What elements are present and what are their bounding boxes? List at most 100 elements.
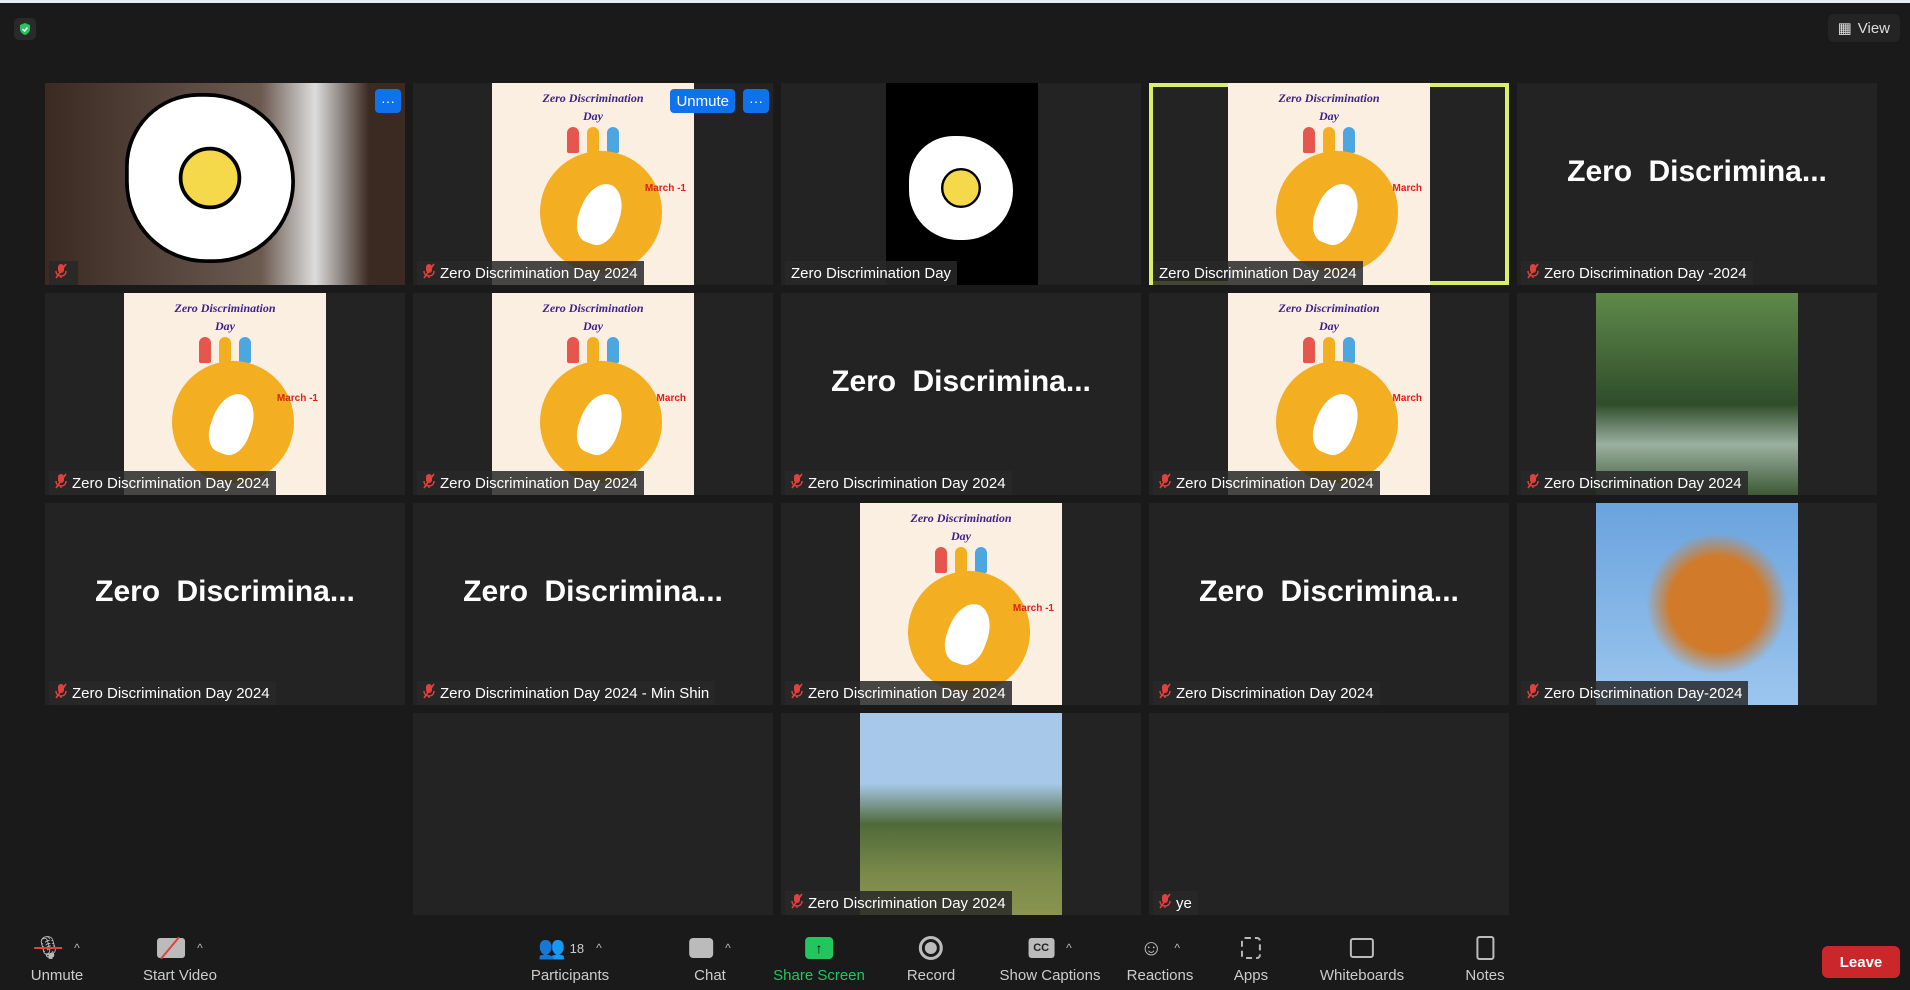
flower-avatar	[909, 136, 1013, 240]
top-border	[0, 0, 1910, 3]
more-options-button[interactable]: ···	[375, 89, 401, 113]
record-button[interactable]: Record	[907, 933, 955, 984]
participant-name-display: Zero Discrimina...	[95, 575, 355, 608]
participant-tile[interactable]: Zero Discrimination Day March -1 Unmute ··· Z…	[413, 83, 773, 285]
chevron-up-icon[interactable]: ^	[1174, 941, 1180, 955]
mic-muted-icon: 🎙	[34, 935, 63, 960]
leave-button[interactable]: Leave	[1822, 946, 1900, 978]
mic-muted-icon	[1159, 473, 1171, 493]
chevron-up-icon[interactable]: ^	[725, 941, 731, 955]
mic-muted-icon	[1159, 893, 1171, 913]
participant-name-label: Zero Discrimination Day 2024	[1153, 471, 1380, 495]
empty-cell	[45, 713, 405, 915]
participant-name-label: Zero Discrimination Day	[785, 261, 958, 285]
more-options-button[interactable]: ···	[743, 89, 769, 113]
chevron-up-icon[interactable]: ^	[197, 941, 203, 955]
participant-name-label: Zero Discrimination Day 2024	[1521, 471, 1748, 495]
reactions-button[interactable]: ☺ ^ Reactions	[1127, 933, 1194, 984]
whiteboard-icon	[1350, 938, 1374, 958]
poster-image: Zero Discrimination Day March -1	[492, 83, 694, 285]
participant-tile[interactable]: Zero Discrimination Day March Zero Discrimi…	[413, 293, 773, 495]
participant-name-label: Zero Discrimination Day 2024	[49, 471, 276, 495]
participant-tile[interactable]: Zero Discrimination Day March -1 Zero Discr…	[45, 293, 405, 495]
participant-name-label: Zero Discrimination Day 2024 - Min Shin	[417, 681, 716, 705]
participant-name-label: Zero Discrimination Day 2024	[785, 471, 1012, 495]
participant-name-label: ye	[1153, 891, 1198, 915]
participant-tile[interactable]: Zero Discrimination Day March Zero Discrimi…	[1149, 293, 1509, 495]
mic-muted-icon	[791, 683, 803, 703]
mic-muted-icon	[1527, 683, 1539, 703]
participant-name-display: Zero Discrimina...	[1567, 155, 1827, 188]
mic-muted-icon	[791, 893, 803, 913]
participant-name-display: Zero Discrimina...	[463, 575, 723, 608]
poster-image: Zero Discrimination Day March	[1228, 83, 1430, 285]
reactions-icon: ☺	[1139, 935, 1163, 960]
participant-tile[interactable]: ···	[45, 83, 405, 285]
view-button[interactable]: ▦ View	[1827, 14, 1900, 42]
poster-image: Zero Discrimination Day March	[492, 293, 694, 495]
participant-name-label: Zero Discrimination Day 2024	[1153, 681, 1380, 705]
grid-icon: ▦	[1837, 20, 1852, 37]
unmute-participant-button[interactable]: Unmute	[670, 89, 735, 113]
participant-name-label	[49, 261, 78, 285]
participant-name-label: Zero Discrimination Day 2024	[49, 681, 276, 705]
chevron-up-icon[interactable]: ^	[1066, 941, 1072, 955]
apps-button[interactable]: Apps	[1234, 933, 1268, 984]
participant-name-label: Zero Discrimination Day 2024	[417, 261, 644, 285]
participant-tile[interactable]: Zero Discrimina... Zero Discrimination Da…	[45, 503, 405, 705]
unmute-button[interactable]: 🎙 ^ Unmute	[31, 933, 84, 984]
notes-button[interactable]: Notes	[1465, 933, 1505, 984]
participants-icon: 👥	[538, 935, 566, 960]
participant-tile[interactable]: Zero Discrimination Day March -1 Zero Discr…	[781, 503, 1141, 705]
mic-muted-icon	[1527, 263, 1539, 283]
participant-tile[interactable]: Zero Discrimina... Zero Discrimination Da…	[1149, 503, 1509, 705]
security-shield-icon[interactable]	[14, 18, 36, 40]
participant-tile[interactable]: Zero Discrimina... Zero Discrimination Da…	[1517, 83, 1877, 285]
poster-image: Zero Discrimination Day March	[1228, 293, 1430, 495]
participant-name-label: Zero Discrimination Day 2024	[785, 891, 1012, 915]
participant-tile[interactable]: Zero Discrimination Day 2024	[1517, 293, 1877, 495]
participant-name-label: Zero Discrimination Day 2024	[1153, 261, 1363, 285]
participant-name-display: Zero Discrimina...	[831, 365, 1091, 398]
participant-tile[interactable]: Zero Discrimination Day 2024	[781, 713, 1141, 915]
participant-name-display: Zero Discrimina...	[1199, 575, 1459, 608]
share-screen-icon: ↑	[804, 937, 833, 959]
notes-icon	[1476, 936, 1494, 960]
whiteboards-button[interactable]: Whiteboards	[1320, 933, 1404, 984]
captions-icon: CC	[1028, 938, 1055, 958]
mic-muted-icon	[1527, 473, 1539, 493]
show-captions-button[interactable]: CC ^ Show Captions	[1000, 933, 1100, 984]
mic-muted-icon	[423, 683, 435, 703]
mic-muted-icon	[423, 473, 435, 493]
mic-muted-icon	[1159, 683, 1171, 703]
mic-muted-icon	[55, 263, 67, 283]
mic-muted-icon	[55, 473, 67, 493]
smiley-face	[941, 168, 981, 208]
chevron-up-icon[interactable]: ^	[596, 941, 602, 955]
mic-muted-icon	[55, 683, 67, 703]
participant-tile[interactable]: Zero Discrimina... Zero Discrimination Da…	[781, 293, 1141, 495]
participant-tile[interactable]: Zero Discrimination Day-2024	[1517, 503, 1877, 705]
chat-icon	[689, 938, 714, 958]
poster-image: Zero Discrimination Day March -1	[860, 503, 1062, 705]
video-grid: ··· Zero Discrimination Day March -1 Unmute ·…	[45, 83, 1877, 915]
flowers-image	[1596, 503, 1798, 705]
participant-name-label: Zero Discrimination Day -2024	[1521, 261, 1753, 285]
mic-muted-icon	[423, 263, 435, 283]
start-video-button[interactable]: ^ Start Video	[143, 933, 217, 984]
meeting-toolbar: 🎙 ^ Unmute ^ Start Video 👥 18 ^ Participants ^…	[0, 925, 1910, 990]
video-off-icon	[157, 936, 186, 960]
chevron-up-icon[interactable]: ^	[74, 941, 80, 955]
participant-tile[interactable]: Zero Discrimination Day March Zero Discrimi…	[1149, 83, 1509, 285]
share-screen-button[interactable]: ↑ Share Screen	[773, 933, 865, 984]
participant-tile[interactable]: Zero Discrimination Day	[781, 83, 1141, 285]
participant-tile[interactable]	[413, 713, 773, 915]
mic-muted-icon	[791, 473, 803, 493]
poster-image: Zero Discrimination Day March -1	[124, 293, 326, 495]
apps-icon	[1240, 937, 1261, 959]
participant-name-label: Zero Discrimination Day 2024	[417, 471, 644, 495]
participant-tile[interactable]: Zero Discrimina... Zero Discrimination Da…	[413, 503, 773, 705]
participant-tile[interactable]: ye	[1149, 713, 1509, 915]
chat-button[interactable]: ^ Chat	[689, 933, 731, 984]
participants-button[interactable]: 👥 18 ^ Participants	[531, 933, 609, 984]
